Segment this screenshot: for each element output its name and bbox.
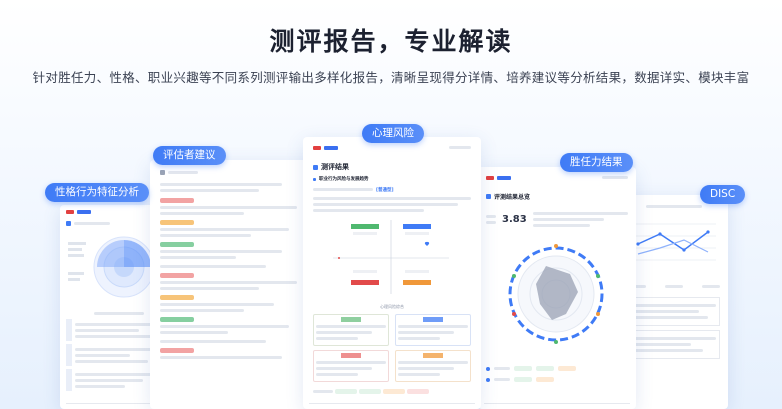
section-marker-icon [313,164,318,170]
brand-logo-icon [324,145,338,150]
suggestion-item [160,295,312,312]
subsection-title: 职业行为风险与发展趋势 [319,177,369,182]
brand-logo-icon [313,145,321,150]
disc-line-chart [632,223,716,261]
tag-psych-risk: 心理风险 [362,124,424,143]
risk-type-highlight: [普通型] [376,187,394,193]
brand-logo-icon [497,175,511,180]
suggestion-item [160,317,312,334]
risk-quadrant-chart [333,220,449,294]
disc-table [628,297,720,326]
section-title: 测评结果 [321,163,349,171]
suggestion-item [160,220,312,237]
risk-type-box [313,350,389,382]
tag-evaluator: 评估者建议 [153,146,226,165]
page-subtitle: 针对胜任力、性格、职业兴趣等不同系列测评输出多样化报告，清晰呈现得分详情、培养建… [32,70,750,85]
suggestion-item [160,198,312,215]
chart-legend: 心理风险综合 [380,304,404,309]
suggestion-item [160,242,312,259]
evaluator-report-card [150,160,322,409]
tag-competency: 胜任力结果 [560,153,633,172]
section-heading: 评测结果总览 [486,192,628,201]
section-heading: 测评结果 [313,162,471,172]
competency-report-card: 评测结果总览 3.83 [478,167,636,409]
disc-report-card [620,195,728,409]
suggestion-item [160,348,312,359]
section-marker-icon [486,194,491,199]
page-title: 测评报告，专业解读 [269,27,513,56]
section-heading [160,168,312,177]
disc-table [628,330,720,359]
section-title: 评测结果总览 [494,194,531,201]
psych-risk-report-card: 测评结果 职业行为风险与发展趋势 [普通型] 心理风险综合 [303,137,481,409]
overall-score: 3.83 [502,214,527,225]
risk-type-box [395,314,471,346]
brand-logo-icon [77,210,91,214]
tag-disc: DISC [700,185,746,204]
risk-type-box [313,314,389,346]
risk-type-box [395,350,471,382]
section-marker-icon [160,170,165,175]
competency-radar-chart [508,244,604,344]
brand-logo-icon [486,175,494,180]
section-marker-icon [66,221,71,226]
brand-logo-icon [66,210,74,214]
tag-personality: 性格行为特征分析 [45,183,149,202]
suggestion-item [160,273,312,290]
